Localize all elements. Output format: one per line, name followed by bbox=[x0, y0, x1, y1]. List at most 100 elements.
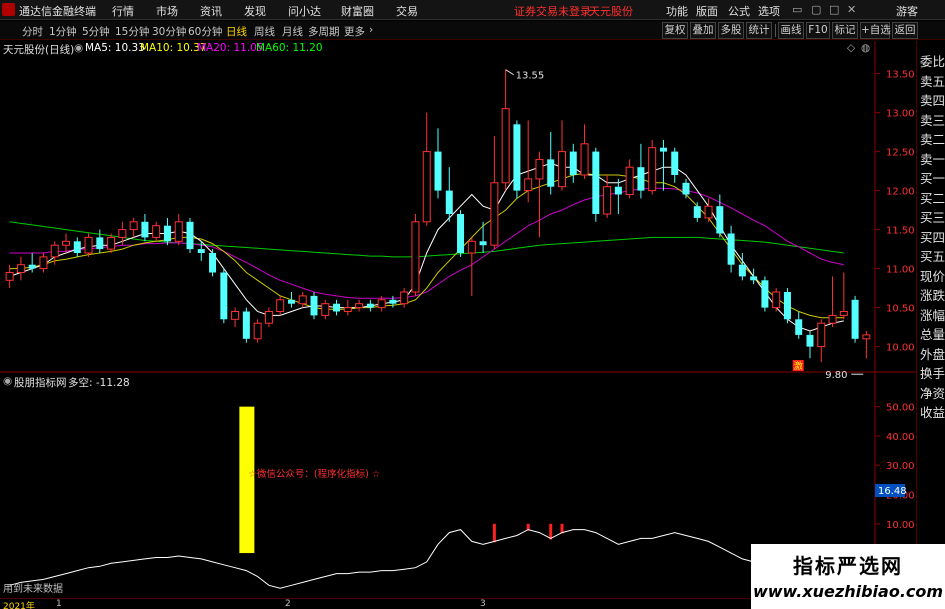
candle-body bbox=[28, 264, 36, 269]
candle-body bbox=[186, 221, 194, 250]
candle-body bbox=[693, 206, 701, 218]
candle-body bbox=[716, 206, 724, 234]
candle-body bbox=[490, 182, 499, 246]
quote-panel-item: 买二 bbox=[920, 190, 945, 206]
candle-body bbox=[209, 253, 217, 273]
high-price-label: 13.55 bbox=[516, 71, 545, 82]
x-axis-month-2: 2 bbox=[285, 599, 291, 609]
candle-body bbox=[727, 233, 735, 265]
candle-body bbox=[5, 272, 14, 281]
watermark: 指标严选网 www.xuezhibiao.com bbox=[751, 544, 945, 609]
candle-body bbox=[671, 151, 679, 175]
candle-body bbox=[795, 319, 803, 335]
y-tick-label: 10.50 bbox=[886, 304, 915, 315]
candle-body bbox=[152, 225, 161, 238]
candle-body bbox=[569, 151, 577, 175]
candle-body bbox=[366, 303, 374, 308]
candle-body bbox=[343, 307, 352, 313]
candle-body bbox=[457, 214, 465, 253]
candle-body bbox=[524, 178, 533, 192]
sub-y-tick-label: 30.00 bbox=[886, 461, 915, 472]
candle-body bbox=[547, 159, 555, 187]
candle-body bbox=[276, 299, 285, 312]
candle-body bbox=[806, 334, 814, 347]
main-y-axis: 13.50 13.00 12.50 12.00 11.50 11.00 10.50 10.00 bbox=[875, 70, 915, 354]
x-axis: 2021年 1 2 3 bbox=[0, 598, 875, 609]
candle-body bbox=[625, 166, 634, 195]
quote-panel-item: 卖五 bbox=[920, 73, 945, 89]
candle-body bbox=[107, 236, 116, 250]
candle-body bbox=[253, 322, 262, 340]
candle-body bbox=[738, 264, 746, 277]
candle-body bbox=[242, 311, 250, 339]
long-short-line bbox=[9, 529, 844, 595]
candle-body bbox=[750, 276, 758, 281]
sub-plot bbox=[9, 406, 844, 595]
candle-body bbox=[50, 244, 59, 258]
signal-bar-red bbox=[549, 523, 553, 540]
x-axis-month-1: 1 bbox=[56, 599, 62, 609]
candle-body bbox=[129, 221, 138, 231]
chart-canvas[interactable]: 13.50 13.00 12.50 12.00 11.50 11.00 10.50 10.00… bbox=[0, 0, 945, 609]
quote-panel-item: 换手 bbox=[920, 366, 945, 381]
quote-panel-item: 收益 bbox=[920, 405, 945, 420]
candle-body bbox=[580, 143, 589, 176]
candle-body bbox=[16, 264, 25, 274]
candle-body bbox=[479, 241, 487, 246]
candle-body bbox=[501, 108, 510, 184]
candle-body bbox=[389, 299, 397, 304]
high-price-pointer bbox=[505, 69, 514, 76]
candles bbox=[5, 69, 871, 363]
y-tick-label: 12.00 bbox=[886, 187, 915, 198]
candle-body bbox=[298, 295, 307, 305]
y-tick-label: 11.00 bbox=[886, 265, 915, 276]
quote-panel-item: 委比 bbox=[920, 54, 945, 69]
candle-body bbox=[851, 299, 859, 339]
sub-y-tick-label: 50.00 bbox=[886, 403, 915, 414]
low-price-label: 9.80 bbox=[825, 370, 847, 381]
candle-body bbox=[62, 240, 70, 246]
current-value-label: 16.48 bbox=[878, 486, 907, 497]
quote-panel-item: 卖一 bbox=[920, 151, 945, 167]
quote-panel-item: 买四 bbox=[920, 229, 945, 245]
quote-panel-item: 买五 bbox=[920, 249, 945, 264]
candle-body bbox=[355, 303, 364, 309]
quote-panel-item: 买三 bbox=[920, 210, 945, 225]
signal-bar-red bbox=[492, 523, 496, 543]
candle-body bbox=[287, 299, 295, 304]
candle-body bbox=[141, 221, 149, 238]
quote-panel-item: 卖三 bbox=[920, 112, 945, 128]
candle-body bbox=[400, 291, 409, 305]
candle-body bbox=[445, 190, 453, 214]
candle-body bbox=[558, 151, 566, 188]
candle-body bbox=[118, 229, 127, 238]
candle-body bbox=[264, 311, 273, 324]
quote-panel-item: 总量 bbox=[920, 327, 945, 342]
candle-body bbox=[862, 334, 871, 340]
candle-body bbox=[839, 311, 848, 316]
candle-body bbox=[535, 158, 544, 180]
candle-body bbox=[39, 256, 48, 270]
candle-body bbox=[310, 295, 318, 316]
y-tick-label: 13.50 bbox=[886, 70, 915, 81]
y-tick-label: 12.50 bbox=[886, 148, 915, 159]
quote-side-panel[interactable]: 委比 卖五 卖四 卖三 卖二 卖一 买一 买二 买三 买四 买五 现价 涨跌 涨幅 总量 外盘 换手 净资 收益 bbox=[916, 41, 945, 609]
y-tick-label: 10.00 bbox=[886, 343, 915, 354]
badge-label: 激 bbox=[794, 360, 803, 372]
candle-body bbox=[637, 167, 645, 191]
candle-body bbox=[704, 205, 713, 219]
candle-body bbox=[467, 240, 476, 254]
future-data-note: 用到未来数据 bbox=[3, 582, 63, 595]
candle-body bbox=[817, 322, 826, 348]
watermark-url: www.xuezhibiao.com bbox=[752, 582, 944, 601]
quote-panel-item: 卖二 bbox=[920, 132, 945, 147]
quote-panel-item: 涨幅 bbox=[920, 307, 945, 323]
candle-body bbox=[96, 237, 104, 250]
promo-text: ☆微信公众号：(程序化指标) ☆ bbox=[248, 468, 380, 480]
watermark-title: 指标严选网 bbox=[793, 554, 903, 578]
candle-body bbox=[197, 249, 205, 253]
sub-y-axis: 50.0040.0030.0020.0010.00 bbox=[875, 403, 915, 531]
candle-body bbox=[377, 299, 386, 309]
candle-body bbox=[828, 314, 837, 324]
candle-body bbox=[772, 291, 781, 309]
